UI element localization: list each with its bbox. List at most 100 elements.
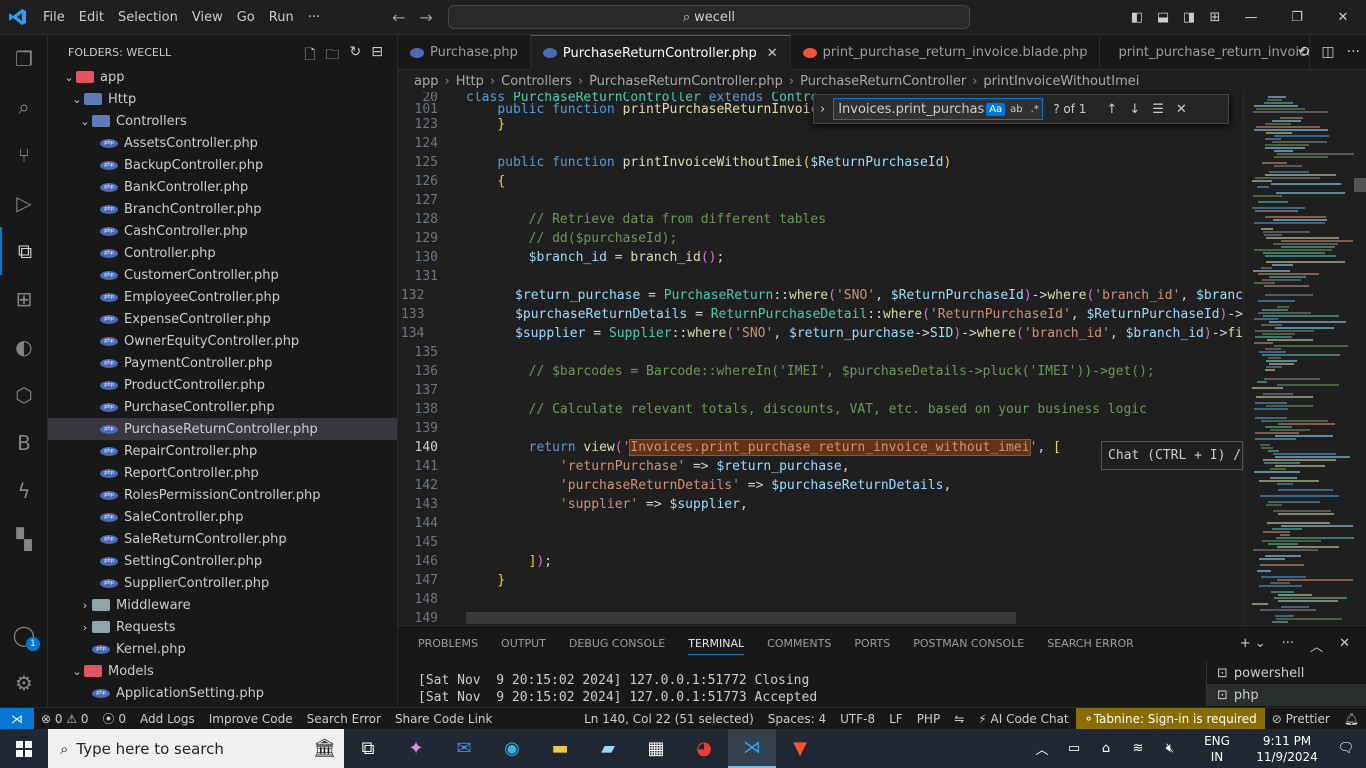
breadcrumb-item[interactable]: Controllers	[501, 74, 572, 89]
breadcrumb-item[interactable]: Http	[456, 74, 484, 89]
search-error-button[interactable]: Search Error	[300, 712, 388, 726]
file-item[interactable]: phpRolesPermissionController.php	[48, 484, 397, 506]
code-line[interactable]: 132 $return_purchase = PurchaseReturn::w…	[398, 286, 1243, 305]
explorer-icon[interactable]: ❐	[0, 35, 48, 83]
remote-explorer-icon[interactable]: ⧉	[0, 227, 48, 275]
thunder-client-icon[interactable]: ϟ	[0, 467, 48, 515]
previous-match-icon[interactable]: ↑	[1106, 102, 1117, 117]
more-actions-icon[interactable]: ···	[1347, 44, 1360, 60]
remote-indicator-icon[interactable]: ⋊	[0, 708, 34, 730]
file-item[interactable]: phpRepairController.php	[48, 440, 397, 462]
code-line[interactable]: 146 ]);	[398, 552, 1243, 571]
panel-tab[interactable]: PROBLEMS	[418, 633, 478, 654]
language-mode[interactable]: PHP	[910, 712, 948, 726]
file-item[interactable]: phpSettingController.php	[48, 550, 397, 572]
devices-icon[interactable]: ⌂	[1090, 741, 1122, 756]
collapse-all-icon[interactable]: ⊟	[371, 44, 383, 68]
chevron-down-icon[interactable]: ⌄	[70, 665, 84, 678]
folder-item[interactable]: ›Middleware	[48, 594, 397, 616]
new-folder-icon[interactable]: 🗀	[326, 44, 340, 68]
tabnine-status[interactable]: ⚬ Tabnine: Sign-in is required	[1076, 708, 1265, 730]
chevron-down-icon[interactable]: ⌄	[78, 115, 92, 128]
file-item[interactable]: phpBranchController.php	[48, 198, 397, 220]
chevron-down-icon[interactable]: ⌄	[70, 93, 84, 106]
edge-icon[interactable]: ◉	[488, 729, 536, 768]
file-item[interactable]: phpSaleReturnController.php	[48, 528, 397, 550]
tab-php[interactable]: PurchaseReturnController.php✕	[531, 35, 791, 70]
minimize-icon[interactable]: —	[1228, 10, 1274, 25]
file-item[interactable]: phpCustomerController.php	[48, 264, 397, 286]
indentation[interactable]: Spaces: 4	[761, 712, 833, 726]
settings-gear-icon[interactable]: ⚙	[0, 659, 48, 707]
regex-toggle[interactable]: .*	[1028, 103, 1042, 116]
close-panel-icon[interactable]: ✕	[1339, 636, 1350, 655]
file-item[interactable]: phpPurchaseReturnController.php	[48, 418, 397, 440]
new-terminal-icon[interactable]: + ⌄	[1240, 636, 1266, 655]
code-line[interactable]: 136 // $barcodes = Barcode::whereIn('IME…	[398, 362, 1243, 381]
postman-icon[interactable]: ◐	[0, 323, 48, 371]
code-line[interactable]: 139	[398, 419, 1243, 438]
file-item[interactable]: phpPaymentController.php	[48, 352, 397, 374]
menu-item[interactable]: Go	[230, 10, 262, 25]
find-in-selection-icon[interactable]: ☰	[1152, 102, 1164, 117]
panel-tab[interactable]: PORTS	[854, 633, 890, 654]
vscode-taskbar-icon[interactable]: ⋊	[728, 729, 776, 768]
panel-tab[interactable]: TERMINAL	[688, 633, 744, 655]
notifications-bell-icon[interactable]: 🔔︎	[1337, 712, 1366, 726]
code-line[interactable]: 137	[398, 381, 1243, 400]
new-file-icon[interactable]: 🗋	[304, 44, 315, 68]
add-logs-button[interactable]: Add Logs	[133, 712, 202, 726]
inline-chat-hint[interactable]: Chat (CTRL + I) /	[1101, 441, 1243, 470]
code-line[interactable]: 148	[398, 590, 1243, 609]
improve-code-button[interactable]: Improve Code	[202, 712, 300, 726]
problems-status[interactable]: ⊗ 0 ⚠ 0	[34, 712, 96, 726]
file-item[interactable]: phpBackupController.php	[48, 154, 397, 176]
show-hidden-icons-icon[interactable]: ︿	[1026, 739, 1058, 758]
maximize-panel-icon[interactable]: ︿	[1310, 636, 1323, 655]
tab-php[interactable]: Purchase.php	[398, 35, 531, 70]
menu-item[interactable]: ···	[301, 10, 327, 25]
folder-item[interactable]: ›Requests	[48, 616, 397, 638]
refresh-icon[interactable]: ↻	[350, 44, 362, 68]
code-line[interactable]: 128 // Retrieve data from different tabl…	[398, 210, 1243, 229]
panel-tab[interactable]: SEARCH ERROR	[1047, 633, 1134, 654]
toggle-sidebar-icon[interactable]: ◧	[1124, 10, 1150, 25]
terminal-instance[interactable]: ⊡powershell	[1207, 662, 1366, 684]
customize-layout-icon[interactable]: ⊞	[1202, 10, 1228, 25]
code-line[interactable]: 133 $purchaseReturnDetails = ReturnPurch…	[398, 305, 1243, 324]
terminal-output[interactable]: [Sat Nov 9 20:15:02 2024] 127.0.0.1:5177…	[418, 672, 817, 706]
code-line[interactable]: 145	[398, 533, 1243, 552]
brave-icon[interactable]: ▼	[776, 729, 824, 768]
file-item[interactable]: phpSaleController.php	[48, 506, 397, 528]
language-indicator[interactable]: ENG IN	[1186, 733, 1248, 765]
battery-icon[interactable]: ▭	[1058, 741, 1090, 756]
code-line[interactable]: 135	[398, 343, 1243, 362]
forward-arrow-icon[interactable]: →	[419, 8, 432, 27]
file-item[interactable]: phpAssetsController.php	[48, 132, 397, 154]
more-actions-icon[interactable]: ···	[1282, 636, 1294, 655]
code-line[interactable]: 127	[398, 191, 1243, 210]
panel-tab[interactable]: DEBUG CONSOLE	[569, 633, 665, 654]
panel-tab[interactable]: POSTMAN CONSOLE	[913, 633, 1024, 654]
file-item[interactable]: phpSupplierController.php	[48, 572, 397, 594]
file-item[interactable]: phpController.php	[48, 242, 397, 264]
restore-icon[interactable]: ❐	[1274, 10, 1320, 25]
prettier-status[interactable]: ⊘ Prettier	[1265, 712, 1337, 726]
toggle-replace-icon[interactable]: ›	[820, 102, 825, 117]
file-explorer-icon[interactable]: ▬	[536, 729, 584, 768]
code-line[interactable]: 142 'purchaseReturnDetails' => $purchase…	[398, 476, 1243, 495]
file-item[interactable]: phpApplicationSetting.php	[48, 682, 397, 704]
folder-item[interactable]: ⌄app	[48, 66, 397, 88]
menu-item[interactable]: Run	[262, 10, 301, 25]
task-view-icon[interactable]: ⧉	[344, 729, 392, 768]
code-line[interactable]: 144	[398, 514, 1243, 533]
close-find-icon[interactable]: ✕	[1176, 102, 1187, 117]
wifi-icon[interactable]: ≋	[1122, 741, 1154, 756]
blade-icon[interactable]: B	[0, 419, 48, 467]
copilot-icon[interactable]: ✦	[392, 729, 440, 768]
extensions-icon[interactable]: ⊞	[0, 275, 48, 323]
command-center-search[interactable]: ⌕ wecell	[448, 5, 970, 29]
minimap-slider[interactable]	[1354, 178, 1366, 192]
menu-item[interactable]: Selection	[111, 10, 185, 25]
folder-item[interactable]: ⌄Models	[48, 660, 397, 682]
